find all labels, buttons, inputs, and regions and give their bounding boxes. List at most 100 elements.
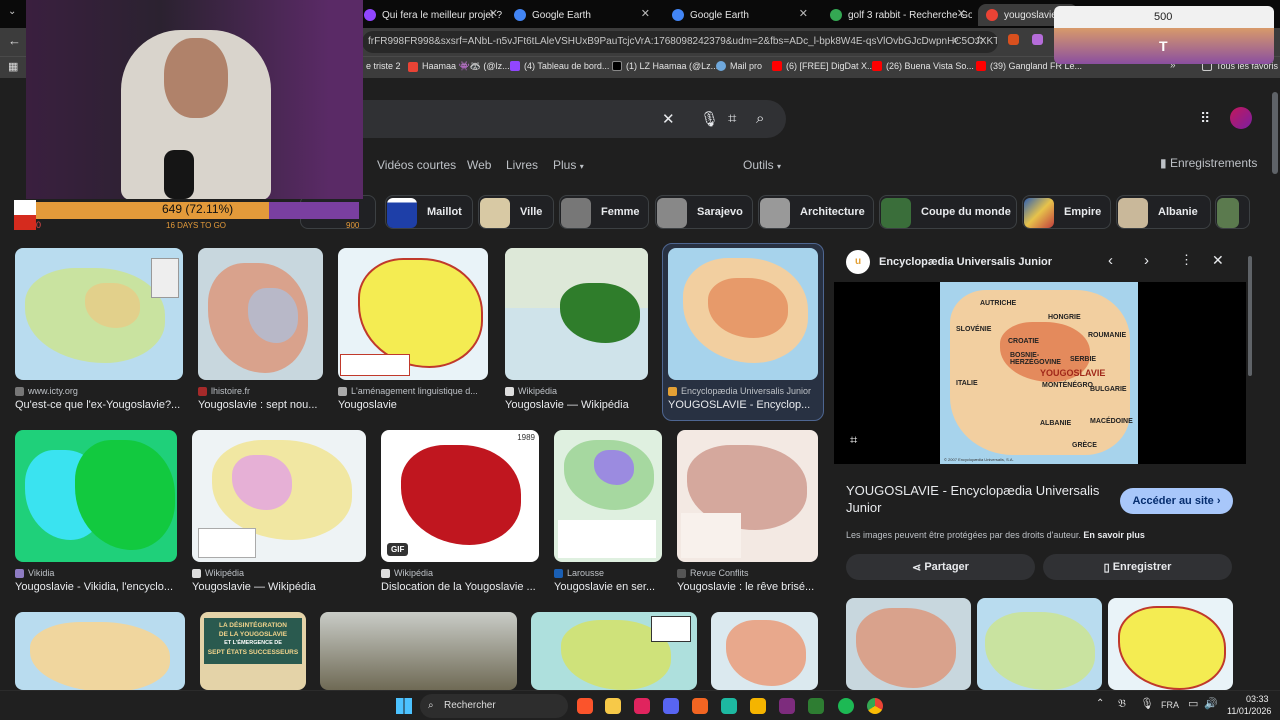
filter-chip[interactable]: Coupe du monde xyxy=(879,195,1017,229)
result-title[interactable]: Yougoslavie en ser... xyxy=(554,581,662,593)
windows-start-icon[interactable] xyxy=(396,698,412,714)
close-tab-icon[interactable]: ✕ xyxy=(799,7,808,20)
close-tab-icon[interactable]: ✕ xyxy=(957,7,966,20)
image-result[interactable]: Revue Conflits Yougoslavie : le rêve bri… xyxy=(677,430,818,593)
bookmark-item[interactable]: (1) LZ Haamaa (@Lz... xyxy=(612,61,718,71)
bookmark-star-icon[interactable]: ☆ xyxy=(974,33,985,47)
bookmark-item[interactable]: (4) Tableau de bord... xyxy=(510,61,609,71)
related-image[interactable] xyxy=(977,598,1102,690)
nav-books[interactable]: Livres xyxy=(506,158,538,172)
image-result[interactable] xyxy=(320,612,517,690)
bookmark-item[interactable]: Haamaa 👾🦝 (@lz... xyxy=(408,61,510,72)
preview-image[interactable]: AUTRICHE HONGRIE SLOVÉNIE ROUMANIE CROAT… xyxy=(940,282,1138,464)
bookmark-item[interactable]: e triste 2 xyxy=(366,61,401,71)
microphone-icon[interactable]: 🎙 xyxy=(700,110,719,128)
app-icon[interactable] xyxy=(779,698,795,714)
filter-chip[interactable]: Ville xyxy=(478,195,554,229)
share-button[interactable]: ⋖ Partager xyxy=(846,554,1035,580)
image-result[interactable]: www.icty.org Qu'est-ce que l'ex-Yougosla… xyxy=(15,248,183,411)
panel-scrollbar[interactable] xyxy=(1248,256,1252,376)
previous-chevron-icon[interactable]: ‹ xyxy=(1108,252,1113,269)
volume-icon[interactable]: 🔊 xyxy=(1204,697,1218,710)
google-apps-icon[interactable]: ⠿ xyxy=(1200,110,1210,127)
bookmark-item[interactable]: (26) Buena Vista So... xyxy=(872,61,974,71)
chrome-icon[interactable] xyxy=(867,698,883,714)
app-icon[interactable] xyxy=(721,698,737,714)
result-title[interactable]: Yougoslavie - Vikidia, l'encyclo... xyxy=(15,581,177,593)
close-tab-icon[interactable]: ✕ xyxy=(489,7,498,20)
next-chevron-icon[interactable]: › xyxy=(1144,252,1149,269)
taskbar-search[interactable]: ⌕ Rechercher xyxy=(420,694,568,718)
result-title[interactable]: Dislocation de la Yougoslavie ... xyxy=(381,581,539,593)
image-result[interactable]: LA DÉSINTÉGRATION DE LA YOUGOSLAVIE ET L… xyxy=(200,612,306,690)
language-indicator[interactable]: FRA xyxy=(1161,700,1179,710)
mic-icon[interactable]: 🎙 xyxy=(1140,697,1154,710)
image-result[interactable]: Larousse Yougoslavie en ser... xyxy=(554,430,662,593)
filter-chip[interactable]: Albanie xyxy=(1116,195,1211,229)
image-result[interactable]: lhistoire.fr Yougoslavie : sept nou... xyxy=(198,248,323,411)
url-field[interactable]: frFR998FR998&sxsrf=ANbL-n5vJFt6tLAleVSHU… xyxy=(362,31,998,53)
lens-search-icon[interactable]: ⌗ xyxy=(850,432,857,448)
extension-icon[interactable] xyxy=(1032,34,1043,45)
lens-camera-icon[interactable]: ⌗ xyxy=(728,110,736,127)
result-title[interactable]: Qu'est-ce que l'ex-Yougoslavie?... xyxy=(15,399,183,411)
tab-google-earth-1[interactable]: Google Earth ✕ xyxy=(506,4,656,26)
image-result[interactable]: L'aménagement linguistique d... Yougosla… xyxy=(338,248,488,411)
tab-twitch[interactable]: Qui fera le meilleur projet ? (TH✕ xyxy=(356,4,504,26)
image-result[interactable]: 1989 GIF Wikipédia Dislocation de la Youg… xyxy=(381,430,539,593)
extension-icon[interactable] xyxy=(1008,34,1019,45)
avatar[interactable] xyxy=(1230,107,1252,129)
image-result[interactable] xyxy=(531,612,697,690)
spotify-icon[interactable] xyxy=(838,698,854,714)
filter-chip[interactable]: Maillot xyxy=(385,195,473,229)
close-icon[interactable]: ✕ xyxy=(1212,252,1224,269)
search-box[interactable]: ✕ 🎙 ⌗ ⌕ xyxy=(350,100,786,138)
apps-grid-icon[interactable]: ▦ xyxy=(8,60,18,73)
panel-site-name[interactable]: Encyclopædia Universalis Junior xyxy=(879,256,1052,268)
related-image[interactable] xyxy=(1108,598,1233,690)
close-tab-icon[interactable]: ✕ xyxy=(641,7,650,20)
save-button[interactable]: ▯ Enregistrer xyxy=(1043,554,1232,580)
image-result[interactable] xyxy=(711,612,818,690)
file-explorer-icon[interactable] xyxy=(605,698,621,714)
related-image[interactable] xyxy=(846,598,971,690)
bookmark-item[interactable]: (6) [FREE] DigDat X... xyxy=(772,61,875,71)
more-options-icon[interactable]: ⋮ xyxy=(1180,252,1193,268)
tab-menu-chevron-icon[interactable]: ⌄ xyxy=(8,6,16,17)
image-result[interactable]: Vikidia Yougoslavie - Vikidia, l'encyclo… xyxy=(15,430,177,593)
app-icon[interactable] xyxy=(692,698,708,714)
app-icon[interactable] xyxy=(634,698,650,714)
nav-short-videos[interactable]: Vidéos courtes xyxy=(377,158,456,172)
nav-web[interactable]: Web xyxy=(467,158,491,172)
result-title[interactable]: Yougoslavie — Wikipédia xyxy=(505,399,648,411)
panel-title[interactable]: YOUGOSLAVIE - Encyclopædia Universalis J… xyxy=(846,482,1111,516)
result-title[interactable]: Yougoslavie : sept nou... xyxy=(198,399,323,411)
filter-chip[interactable]: Empire xyxy=(1022,195,1111,229)
result-title[interactable]: Yougoslavie xyxy=(338,399,488,411)
nav-more[interactable]: Plus ▾ xyxy=(553,158,584,172)
image-result[interactable] xyxy=(15,612,185,690)
bookmark-item[interactable]: Mail pro xyxy=(716,61,762,71)
filter-chip[interactable]: Sarajevo xyxy=(655,195,753,229)
clock-time[interactable]: 03:33 xyxy=(1246,694,1269,704)
result-title[interactable]: YOUGOSLAVIE - Encyclop... xyxy=(668,399,818,411)
visit-site-button[interactable]: Accéder au site › xyxy=(1120,488,1233,514)
clear-search-icon[interactable]: ✕ xyxy=(662,110,675,128)
back-arrow-icon[interactable]: ← xyxy=(8,33,21,48)
page-scrollbar[interactable] xyxy=(1272,92,1278,174)
tab-golf-search[interactable]: golf 3 rabbit - Recherche Goog ✕ xyxy=(822,4,972,26)
image-result[interactable]: Wikipédia Yougoslavie — Wikipédia xyxy=(192,430,366,593)
filter-chip[interactable] xyxy=(1215,195,1250,229)
filter-chip[interactable]: Femme xyxy=(559,195,649,229)
terminal-icon[interactable] xyxy=(808,698,824,714)
tab-google-earth-2[interactable]: Google Earth ✕ xyxy=(664,4,814,26)
network-icon[interactable]: ▭ xyxy=(1188,697,1198,710)
nav-tools[interactable]: Outils ▾ xyxy=(743,158,781,172)
result-title[interactable]: Yougoslavie — Wikipédia xyxy=(192,581,366,593)
app-icon[interactable] xyxy=(750,698,766,714)
tray-chevron-icon[interactable]: ⌃ xyxy=(1096,698,1104,709)
learn-more-link[interactable]: En savoir plus xyxy=(1083,530,1145,540)
zoom-icon[interactable]: ⌕ xyxy=(953,34,959,47)
search-icon[interactable]: ⌕ xyxy=(756,110,764,127)
saved-button[interactable]: ▮ Enregistrements xyxy=(1160,156,1257,170)
